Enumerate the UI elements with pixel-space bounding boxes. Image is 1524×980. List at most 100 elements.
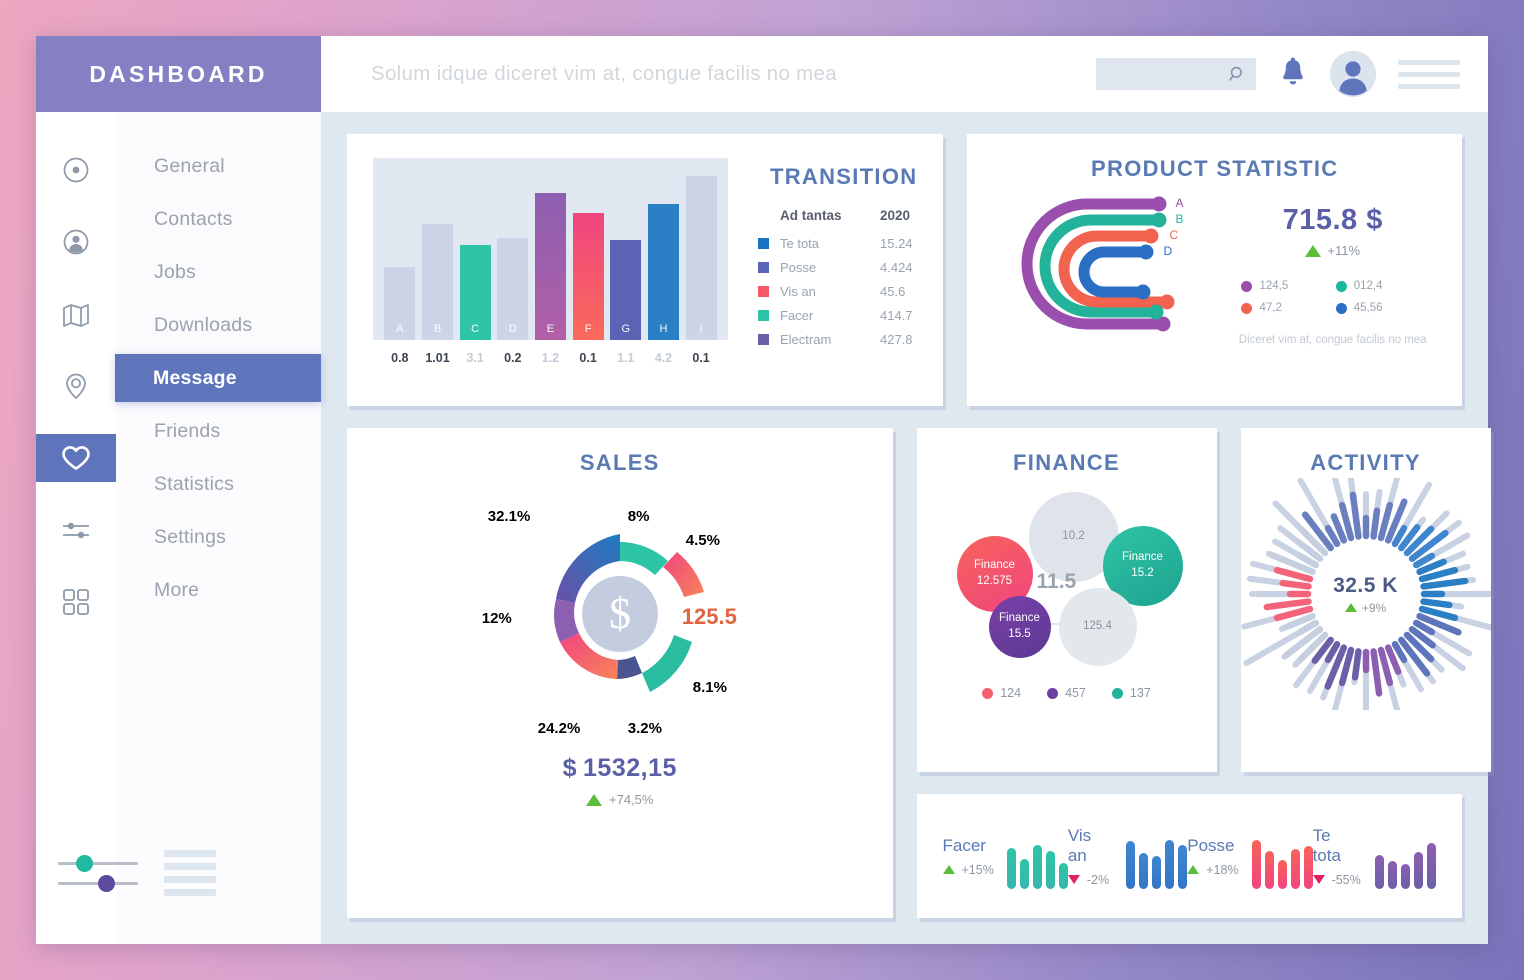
bar-G[interactable]: G (610, 239, 642, 340)
bubble-value: 125.4 (1083, 620, 1112, 633)
sales-total: $1532,15 (563, 754, 677, 783)
bar-F[interactable]: F (572, 212, 604, 340)
slider-track-2[interactable] (58, 874, 138, 892)
finance-legend: 124 457 137 (982, 686, 1151, 700)
stat-change-value: -55% (1331, 872, 1361, 887)
sidebar-item-contacts[interactable]: Contacts (116, 195, 321, 243)
sidebar-item-general[interactable]: General (116, 142, 321, 190)
stat-item-posse: Posse +18% (1187, 823, 1313, 889)
brand-title: DASHBOARD (89, 60, 268, 87)
legend-dot (1241, 280, 1253, 292)
activity-delta: +9% (1344, 601, 1386, 615)
bar-E[interactable]: E (534, 192, 566, 340)
arc-label-a: A (1175, 196, 1184, 210)
stat-change-value: -2% (1086, 872, 1110, 887)
bubble-value: 15.2 (1131, 567, 1154, 579)
legend-dot (1047, 687, 1059, 699)
bar-A[interactable]: A (384, 267, 416, 340)
finance-title: FINANCE (1013, 450, 1120, 475)
page-title: Solum idque diceret vim at, congue facil… (371, 62, 837, 85)
sidebar-item-label: General (154, 154, 225, 177)
menu-icon[interactable] (1398, 59, 1460, 89)
sidebar-icon-message[interactable] (36, 434, 116, 482)
search-box[interactable] (1096, 58, 1256, 90)
product-delta: +11% (1227, 243, 1438, 258)
sales-label-45: 4.5% (685, 532, 720, 549)
search-icon[interactable] (1228, 63, 1247, 85)
legend-label: 124 (1000, 686, 1022, 700)
search-input[interactable] (1096, 67, 1228, 81)
sidebar-icon-contacts[interactable] (36, 218, 116, 266)
card-product-statistic: PRODUCT STATISTIC A B C D 715.8 $ +11% 1… (967, 134, 1462, 406)
bar-label: E (546, 323, 555, 335)
sidebar-icon-statistics[interactable] (36, 578, 116, 626)
card-transition: A B C D E F G H I 0.8 1.01 3.1 0.2 1.2 0.1 1.1 4.2 0.1 T… (347, 134, 944, 406)
sidebar-icon-friends[interactable] (36, 506, 116, 554)
bar-C[interactable]: C (459, 245, 491, 340)
product-note: Diceret vim at, congue facilis no mea (1238, 334, 1427, 346)
sidebar-icon-jobs[interactable] (36, 290, 116, 338)
legend-dot (982, 687, 994, 699)
row-bottom: SALES $ 32.1% 8% 4.5% 12% 8.1% 3.2% 24.2… (347, 428, 1491, 918)
bar-D[interactable]: D (497, 238, 529, 340)
legend-swatch (758, 237, 769, 249)
avatar[interactable] (1330, 51, 1376, 97)
stat-labels: Facer +15% (942, 836, 994, 877)
slider-handle-2[interactable] (98, 874, 115, 892)
bar-B[interactable]: B (421, 223, 453, 340)
sidebar-icon-downloads[interactable] (36, 362, 116, 410)
arc-label-d: D (1163, 244, 1173, 258)
sidebar-item-friends[interactable]: Friends (116, 407, 321, 455)
sparkline-bar (1277, 859, 1287, 889)
sidebar-item-label: Downloads (154, 313, 253, 336)
bubble-finance-155: Finance 15.5 (988, 596, 1051, 658)
slider-track-1[interactable] (58, 854, 138, 872)
bar-tick-labels: 0.8 1.01 3.1 0.2 1.2 0.1 1.1 4.2 0.1 (373, 340, 728, 365)
menu-line-3 (1398, 83, 1460, 89)
sparkline-bar (1178, 845, 1188, 889)
bell-icon[interactable] (1278, 57, 1308, 91)
sidebar-item-label: Friends (154, 419, 221, 442)
sliders-icon (63, 522, 89, 539)
sidebar-item-more[interactable]: More (116, 566, 321, 614)
sidebar-item-message[interactable]: Message (115, 354, 321, 402)
u-arc-graphic (1021, 196, 1175, 332)
arrow-down-icon (1067, 875, 1080, 884)
sidebar-item-label: Statistics (154, 472, 235, 495)
legend-dot (1335, 280, 1347, 292)
svg-text:$: $ (609, 589, 631, 638)
bar-H[interactable]: H (647, 203, 679, 340)
sidebar-item-jobs[interactable]: Jobs (116, 248, 321, 296)
legend-label: 47,2 (1259, 302, 1282, 314)
card-sales: SALES $ 32.1% 8% 4.5% 12% 8.1% 3.2% 24.2… (347, 428, 893, 918)
sidebar-item-settings[interactable]: Settings (116, 513, 321, 561)
legend-value: 414.7 (880, 307, 913, 323)
product-legend-item: 45,56 (1335, 302, 1424, 314)
menu-line-2 (1398, 71, 1460, 77)
sparkline-bar (1152, 856, 1162, 889)
sidebar-menu: General Contacts Jobs Downloads Message Frien… (115, 112, 321, 944)
stat-change: -2% (1067, 872, 1113, 887)
bar-I[interactable]: I (685, 176, 717, 340)
sales-label-81: 8.1% (692, 679, 727, 696)
sales-label-242: 24.2% (537, 720, 581, 737)
radial-spoke (1369, 507, 1380, 540)
card-activity: ACTIVITY 32.5 K +9% (1240, 428, 1491, 772)
sparkline-bar (1058, 862, 1068, 889)
stat-sparkline (1375, 823, 1436, 889)
card-stats-bar: Facer +15% Vis an -2% Posse +18% Te tota -55% (916, 794, 1462, 918)
row-top: ABCDEFGHI 0.8 1.01 3.1 0.2 1.2 0.1 1.1 4.2 0.1 T… (347, 134, 1462, 406)
sidebar-icon-general[interactable] (36, 146, 116, 194)
sidebar-footer-controls (36, 850, 241, 896)
map-icon (63, 304, 89, 327)
legend-header-value: 2020 (880, 208, 911, 223)
arrow-down-icon (1312, 875, 1325, 884)
sparkline-bar (1414, 852, 1423, 889)
sidebar-item-downloads[interactable]: Downloads (116, 301, 321, 349)
sparkline-bar (1264, 850, 1274, 889)
menu-line-1 (1398, 59, 1460, 65)
activity-value: 32.5 K (1333, 573, 1398, 597)
slider-handle-1[interactable] (76, 854, 93, 872)
sidebar-item-statistics[interactable]: Statistics (116, 460, 321, 508)
legend-name: Facer (780, 307, 814, 323)
